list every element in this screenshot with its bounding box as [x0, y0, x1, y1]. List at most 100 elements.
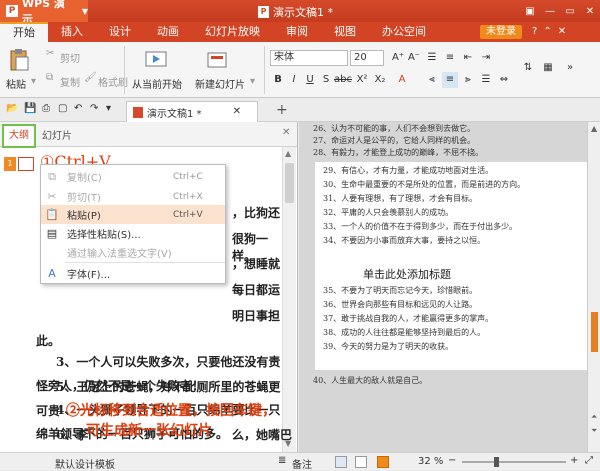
distribute-icon[interactable]: ⇔	[496, 72, 512, 88]
cut-button[interactable]: 剪切	[60, 50, 80, 65]
new-slide-icon[interactable]	[206, 50, 228, 70]
paste-button[interactable]: 粘贴	[6, 76, 26, 91]
slide-icon[interactable]	[18, 157, 34, 171]
maximize-button[interactable]: ▭	[560, 0, 580, 22]
context-paste[interactable]: 📋 粘贴(P) Ctrl+V	[41, 205, 225, 224]
tab-design[interactable]: 设计	[96, 22, 144, 42]
shadow-icon[interactable]: S	[318, 72, 334, 88]
scroll-up-icon[interactable]: ▲	[591, 124, 597, 133]
tab-insert[interactable]: 插入	[48, 22, 96, 42]
fit-window-icon[interactable]: ⤢	[585, 455, 593, 466]
tab-outline[interactable]: 大纲	[2, 124, 36, 148]
arrange-icon[interactable]: ▦	[540, 60, 556, 76]
slideshow-icon[interactable]	[377, 456, 389, 468]
align-right-icon[interactable]: ⫸	[460, 72, 476, 88]
context-paste-special[interactable]: ▤ 选择性粘贴(S)...	[41, 224, 225, 243]
notes-button[interactable]: 备注	[292, 456, 312, 471]
from-current-button[interactable]: 从当前开始	[132, 76, 182, 91]
context-reconvert[interactable]: 通过输入法重选文字(V)	[41, 243, 225, 262]
skin-icon[interactable]: ▣	[520, 0, 540, 22]
more-icon[interactable]: »	[562, 60, 578, 76]
preview-icon[interactable]: ▢	[58, 103, 67, 114]
tab-office-space[interactable]: 办公空间	[369, 22, 439, 42]
print-icon[interactable]: ⎙	[42, 103, 50, 114]
slide-text-line: 28、有毅力，才能登上成功的巅峰，不屈不挠。	[313, 148, 484, 157]
shrink-font-icon[interactable]: A⁻	[406, 50, 422, 66]
slide-sorter-icon[interactable]	[355, 456, 367, 468]
scroll-up-icon[interactable]: ▲	[285, 149, 291, 158]
font-name-select[interactable]: 宋体	[270, 50, 348, 66]
add-tab-icon[interactable]: +	[276, 102, 288, 118]
grow-font-icon[interactable]: A⁺	[390, 50, 406, 66]
italic-icon[interactable]: I	[286, 72, 302, 88]
scroll-thumb[interactable]	[285, 163, 294, 203]
normal-view-icon[interactable]	[335, 456, 347, 468]
align-left-icon[interactable]: ⫷	[424, 72, 440, 88]
scroll-thumb[interactable]	[591, 312, 598, 352]
template-name[interactable]: 默认设计模板	[55, 456, 115, 471]
context-font[interactable]: A 字体(F)...	[41, 264, 225, 283]
slide-title-placeholder[interactable]: 单击此处添加标题	[363, 266, 451, 282]
save-icon[interactable]: 💾	[24, 103, 36, 114]
undo-icon[interactable]: ↶	[74, 103, 82, 114]
menu-close-icon[interactable]: ✕	[558, 26, 566, 37]
slide-editor[interactable]: 26、认为不可能的事，人们不会想到去做它。 27、命运对人是公平的，它给人同样的…	[299, 122, 600, 452]
underline-icon[interactable]: U	[302, 72, 318, 88]
zoom-slider-knob[interactable]	[494, 457, 499, 467]
play-from-current-icon[interactable]	[145, 50, 167, 70]
prev-slide-icon[interactable]: ⏶	[591, 412, 597, 422]
chevron-down-icon[interactable]: ▾	[106, 103, 111, 114]
help-icon[interactable]: ?	[532, 26, 537, 37]
increase-indent-icon[interactable]: ⇥	[478, 50, 494, 66]
chevron-down-icon[interactable]: ▾	[250, 76, 255, 87]
paste-icon[interactable]	[8, 48, 30, 72]
justify-icon[interactable]: ☰	[478, 72, 494, 88]
document-tab[interactable]: 演示文稿1 * ✕	[126, 101, 258, 122]
font-color-icon[interactable]: A	[394, 72, 410, 88]
bullets-icon[interactable]: ☰	[424, 50, 440, 66]
zoom-level[interactable]: 32 %	[418, 456, 443, 467]
text-direction-icon[interactable]: ⇅	[520, 60, 536, 76]
minimize-button[interactable]: —	[540, 0, 560, 22]
tab-home[interactable]: 开始	[0, 22, 48, 42]
context-cut[interactable]: ✂ 剪切(T) Ctrl+X	[41, 187, 225, 206]
subscript-icon[interactable]: X₂	[372, 72, 388, 88]
zoom-in-icon[interactable]: +	[570, 455, 578, 466]
redo-icon[interactable]: ↷	[90, 103, 98, 114]
slide-canvas[interactable]: 29、有信心，才有力量，才能成功地面对生活。 30、生命中最重要的不是所处的位置…	[315, 162, 595, 370]
slide-text-line: 35、不要为了明天而忘记今天，珍惜眼前。	[323, 286, 478, 295]
chevron-down-icon[interactable]: ▾	[31, 76, 36, 87]
document-tab-title: 演示文稿1 *	[147, 108, 202, 120]
tab-review[interactable]: 审阅	[273, 22, 321, 42]
context-copy[interactable]: ⧉ 复制(C) Ctrl+C	[41, 167, 225, 186]
format-painter-icon: 🖌	[84, 72, 97, 83]
tab-slideshow[interactable]: 幻灯片放映	[192, 22, 273, 42]
slide-scrollbar[interactable]: ▲ ⏶ ⏷	[587, 122, 600, 452]
outline-text: 此。	[36, 334, 61, 348]
font-size-select[interactable]: 20	[350, 50, 384, 66]
align-center-icon[interactable]: ≡	[442, 72, 458, 88]
superscript-icon[interactable]: X²	[354, 72, 370, 88]
strikethrough-icon[interactable]: abc	[334, 72, 352, 88]
bold-icon[interactable]: B	[270, 72, 286, 88]
open-icon[interactable]: 📂	[6, 103, 18, 114]
decrease-indent-icon[interactable]: ⇤	[460, 50, 476, 66]
zoom-out-icon[interactable]: −	[448, 455, 456, 466]
app-menu-button[interactable]: P WPS 演示 ▼	[0, 0, 88, 26]
close-panel-icon[interactable]: ✕	[282, 127, 290, 138]
zoom-slider[interactable]	[462, 457, 566, 467]
context-cut-label: 剪切(T)	[67, 193, 101, 204]
collapse-ribbon-icon[interactable]: ⌃	[543, 26, 551, 37]
close-icon[interactable]: ✕	[233, 106, 241, 117]
close-button[interactable]: ✕	[580, 0, 600, 22]
outline-scrollbar[interactable]: ▲ ▼	[282, 147, 296, 452]
notes-icon: ≣	[278, 455, 287, 466]
copy-button[interactable]: 复制	[60, 74, 80, 89]
tab-animation[interactable]: 动画	[144, 22, 192, 42]
tab-view[interactable]: 视图	[321, 22, 369, 42]
numbering-icon[interactable]: ≡	[442, 50, 458, 66]
next-slide-icon[interactable]: ⏷	[591, 426, 597, 436]
new-slide-button[interactable]: 新建幻灯片	[195, 76, 245, 91]
tab-slides[interactable]: 幻灯片	[42, 127, 72, 142]
login-button[interactable]: 未登录	[480, 25, 522, 39]
